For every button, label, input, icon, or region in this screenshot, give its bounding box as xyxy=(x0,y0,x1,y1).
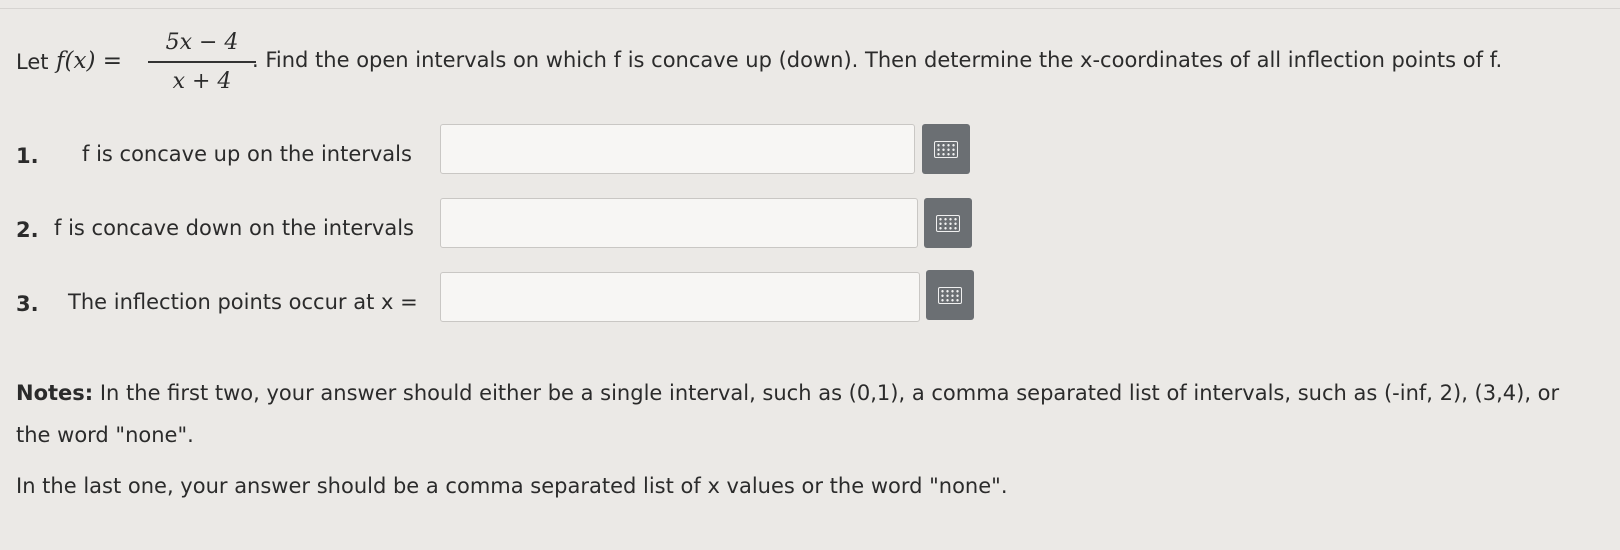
inflection-points-input[interactable] xyxy=(440,272,920,322)
answer-row-2: 2. f is concave down on the intervals xyxy=(16,196,1016,256)
page: Let f(x) = 5x − 4 x + 4 . Find the open … xyxy=(0,0,1620,550)
fraction-denominator: x + 4 xyxy=(172,68,232,94)
item-label: f is concave down on the intervals xyxy=(54,216,414,240)
answer-row-1: 1. f is concave up on the intervals xyxy=(16,122,1016,182)
item-number: 3. xyxy=(16,292,39,316)
notes-text: In the first two, your answer should eit… xyxy=(16,381,1560,447)
keyboard-icon xyxy=(934,140,958,158)
divider xyxy=(0,8,1620,9)
notes-last: In the last one, your answer should be a… xyxy=(16,474,1008,498)
keyboard-button-2[interactable] xyxy=(924,198,972,248)
notes-heading: Notes: xyxy=(16,381,94,405)
fraction-bar xyxy=(148,61,256,63)
function-lhs: f(x) = xyxy=(56,48,123,74)
question-text: . Find the open intervals on which f is … xyxy=(252,48,1503,72)
question-statement: Let f(x) = 5x − 4 x + 4 . Find the open … xyxy=(16,28,1596,98)
question-prefix: Let xyxy=(16,50,49,74)
concave-up-input[interactable] xyxy=(440,124,915,174)
fraction-numerator: 5x − 4 xyxy=(165,30,239,55)
concave-down-input[interactable] xyxy=(440,198,918,248)
keyboard-button-3[interactable] xyxy=(926,270,974,320)
item-number: 1. xyxy=(16,144,39,168)
keyboard-icon xyxy=(936,214,960,232)
fraction: 5x − 4 x + 4 xyxy=(148,28,256,97)
item-label: f is concave up on the intervals xyxy=(82,142,412,166)
keyboard-icon xyxy=(938,286,962,304)
keyboard-button-1[interactable] xyxy=(922,124,970,174)
answer-row-3: 3. The inflection points occur at x = xyxy=(16,270,1016,330)
notes: Notes: In the first two, your answer sho… xyxy=(16,372,1596,456)
item-label: The inflection points occur at x = xyxy=(68,290,418,314)
item-number: 2. xyxy=(16,218,39,242)
